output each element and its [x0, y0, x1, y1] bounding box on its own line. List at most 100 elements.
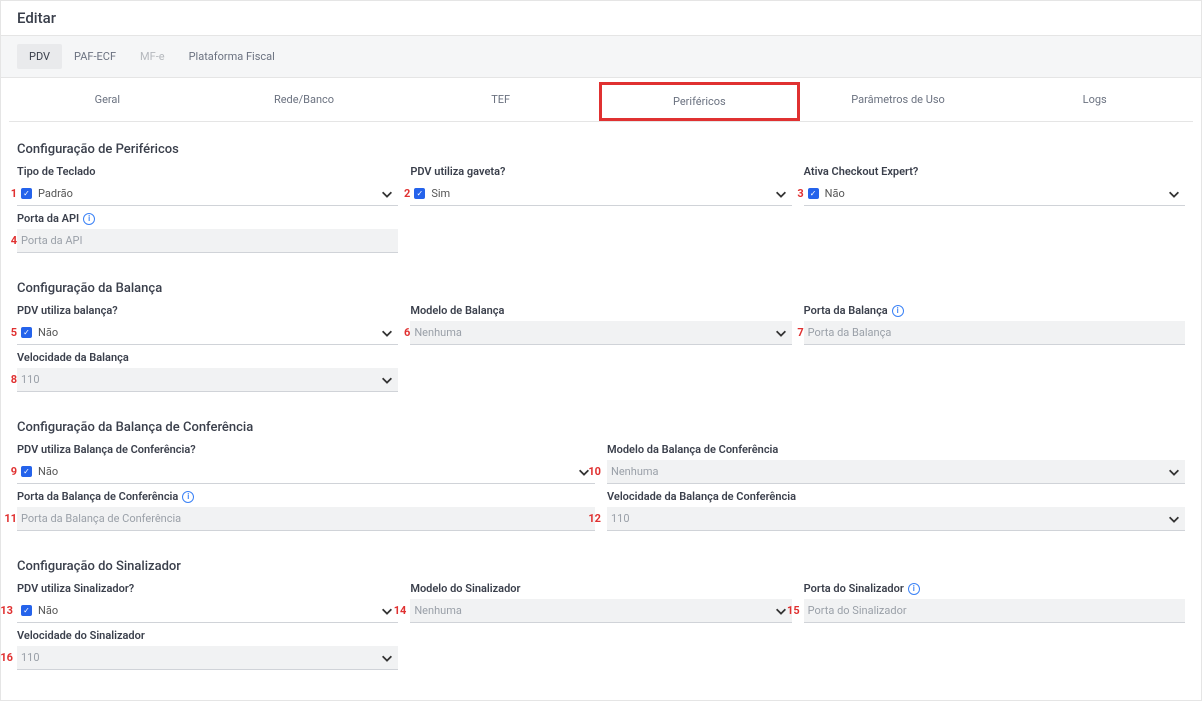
porta-balanca-input[interactable]: Porta da Balança: [804, 321, 1185, 345]
check-icon: [21, 466, 32, 477]
porta-api-label: Porta da API: [17, 212, 398, 229]
porta-sinal-input[interactable]: Porta do Sinalizador: [804, 599, 1185, 623]
modelo-balanca-select[interactable]: Nenhuma: [410, 321, 791, 345]
annotation-3: 3: [790, 187, 804, 200]
velocidade-sinal-value: 110: [21, 651, 40, 664]
page-title: Editar: [17, 9, 1185, 27]
pdv-balanca-value: Não: [38, 326, 58, 339]
ativa-checkout-label: Ativa Checkout Expert?: [804, 165, 1185, 182]
ativa-checkout-select[interactable]: Não: [804, 182, 1185, 206]
annotation-10: 10: [587, 465, 601, 478]
annotation-8: 8: [3, 373, 17, 386]
annotation-13: 13: [0, 604, 13, 617]
modelo-balanca-label: Modelo de Balança: [410, 304, 791, 321]
chevron-down-icon: [1167, 465, 1181, 479]
subtab-tef[interactable]: TEF: [402, 82, 599, 121]
check-icon: [21, 605, 32, 616]
check-icon: [414, 188, 425, 199]
pdv-sinal-label: PDV utiliza Sinalizador?: [17, 582, 398, 599]
ativa-checkout-value: Não: [825, 187, 845, 200]
modelo-conf-label: Modelo da Balança de Conferência: [607, 443, 1185, 460]
subtab-logs[interactable]: Logs: [996, 82, 1193, 121]
annotation-11: 11: [3, 512, 17, 525]
check-icon: [21, 188, 32, 199]
tipo-teclado-label: Tipo de Teclado: [17, 165, 398, 182]
tipo-teclado-value: Padrão: [38, 187, 73, 200]
pdv-balanca-label: PDV utiliza balança?: [17, 304, 398, 321]
chevron-down-icon: [774, 187, 788, 201]
annotation-14: 14: [392, 604, 406, 617]
annotation-15: 15: [786, 604, 800, 617]
tab-mfe: MF-e: [128, 44, 177, 69]
annotation-4: 4: [3, 234, 17, 247]
chevron-down-icon: [380, 373, 394, 387]
tab-paf-ecf[interactable]: PAF-ECF: [62, 44, 128, 69]
porta-balanca-placeholder: Porta da Balança: [808, 326, 892, 339]
porta-balanca-label: Porta da Balança: [804, 304, 1185, 321]
velocidade-conf-label: Velocidade da Balança de Conferência: [607, 490, 1185, 507]
modelo-sinal-label: Modelo do Sinalizador: [410, 582, 791, 599]
pdv-sinal-select[interactable]: Não: [17, 599, 398, 623]
pdv-conf-select[interactable]: Não: [17, 460, 595, 484]
chevron-down-icon: [380, 651, 394, 665]
annotation-5: 5: [3, 326, 17, 339]
info-icon[interactable]: [182, 491, 194, 503]
modelo-sinal-select[interactable]: Nenhuma: [410, 599, 791, 623]
form-content: Configuração de Periféricos 1 Tipo de Te…: [1, 122, 1201, 700]
pdv-conf-label: PDV utiliza Balança de Conferência?: [17, 443, 595, 460]
annotation-1: 1: [3, 187, 17, 200]
velocidade-conf-value: 110: [611, 512, 630, 525]
page-container: Editar PDV PAF-ECF MF-e Plataforma Fisca…: [0, 0, 1202, 701]
velocidade-balanca-value: 110: [21, 373, 40, 386]
pdv-sinal-value: Não: [38, 604, 58, 617]
velocidade-conf-select[interactable]: 110: [607, 507, 1185, 531]
tab-pdv[interactable]: PDV: [17, 44, 62, 69]
annotation-12: 12: [587, 512, 601, 525]
pdv-conf-value: Não: [38, 465, 58, 478]
modelo-balanca-value: Nenhuma: [414, 326, 462, 339]
porta-api-placeholder: Porta da API: [21, 234, 82, 247]
subtab-rede-banco[interactable]: Rede/Banco: [206, 82, 403, 121]
porta-conf-label: Porta da Balança de Conferência: [17, 490, 595, 507]
pdv-gaveta-label: PDV utiliza gaveta?: [410, 165, 791, 182]
title-bar: Editar: [1, 1, 1201, 36]
tipo-teclado-select[interactable]: Padrão: [17, 182, 398, 206]
chevron-down-icon: [380, 326, 394, 340]
pdv-gaveta-select[interactable]: Sim: [410, 182, 791, 206]
velocidade-sinal-label: Velocidade do Sinalizador: [17, 629, 398, 646]
pdv-balanca-select[interactable]: Não: [17, 321, 398, 345]
section-sinalizador-title: Configuração do Sinalizador: [17, 547, 1185, 582]
tab-plataforma-fiscal[interactable]: Plataforma Fiscal: [177, 44, 287, 69]
section-conferencia-title: Configuração da Balança de Conferência: [17, 408, 1185, 443]
porta-conf-input[interactable]: Porta da Balança de Conferência: [17, 507, 595, 531]
chevron-down-icon: [1167, 187, 1181, 201]
pdv-gaveta-value: Sim: [431, 187, 450, 200]
porta-sinal-label: Porta do Sinalizador: [804, 582, 1185, 599]
porta-api-input[interactable]: Porta da API: [17, 229, 398, 253]
velocidade-balanca-select[interactable]: 110: [17, 368, 398, 392]
annotation-2: 2: [396, 187, 410, 200]
annotation-6: 6: [396, 326, 410, 339]
modelo-sinal-value: Nenhuma: [414, 604, 462, 617]
modelo-conf-value: Nenhuma: [611, 465, 659, 478]
modelo-conf-select[interactable]: Nenhuma: [607, 460, 1185, 484]
check-icon: [21, 327, 32, 338]
subtab-geral[interactable]: Geral: [9, 82, 206, 121]
velocidade-balanca-label: Velocidade da Balança: [17, 351, 398, 368]
chevron-down-icon: [380, 187, 394, 201]
section-balanca-title: Configuração da Balança: [17, 269, 1185, 304]
annotation-9: 9: [3, 465, 17, 478]
section-perifericos-title: Configuração de Periféricos: [17, 130, 1185, 165]
subtab-perifericos[interactable]: Periféricos: [599, 82, 800, 121]
chevron-down-icon: [1167, 512, 1181, 526]
chevron-down-icon: [774, 326, 788, 340]
info-icon[interactable]: [892, 305, 904, 317]
velocidade-sinal-select[interactable]: 110: [17, 646, 398, 670]
info-icon[interactable]: [83, 213, 95, 225]
top-tabs: PDV PAF-ECF MF-e Plataforma Fiscal: [1, 36, 1201, 78]
annotation-7: 7: [790, 326, 804, 339]
check-icon: [808, 188, 819, 199]
annotation-16: 16: [0, 651, 13, 664]
sub-tabs: Geral Rede/Banco TEF Periféricos Parâmet…: [9, 82, 1193, 122]
subtab-parametros[interactable]: Parâmetros de Uso: [800, 82, 997, 121]
